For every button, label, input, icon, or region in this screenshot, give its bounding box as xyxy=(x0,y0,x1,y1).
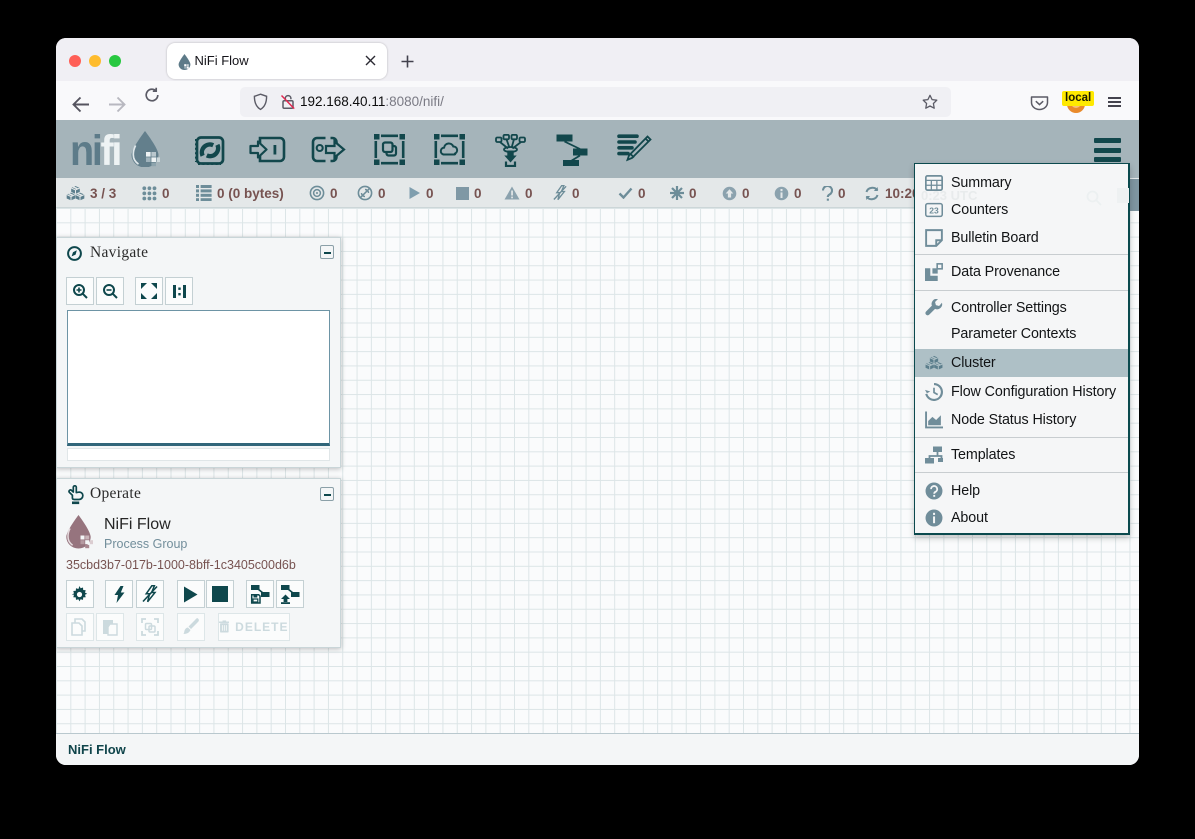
svg-text:23: 23 xyxy=(929,205,939,215)
